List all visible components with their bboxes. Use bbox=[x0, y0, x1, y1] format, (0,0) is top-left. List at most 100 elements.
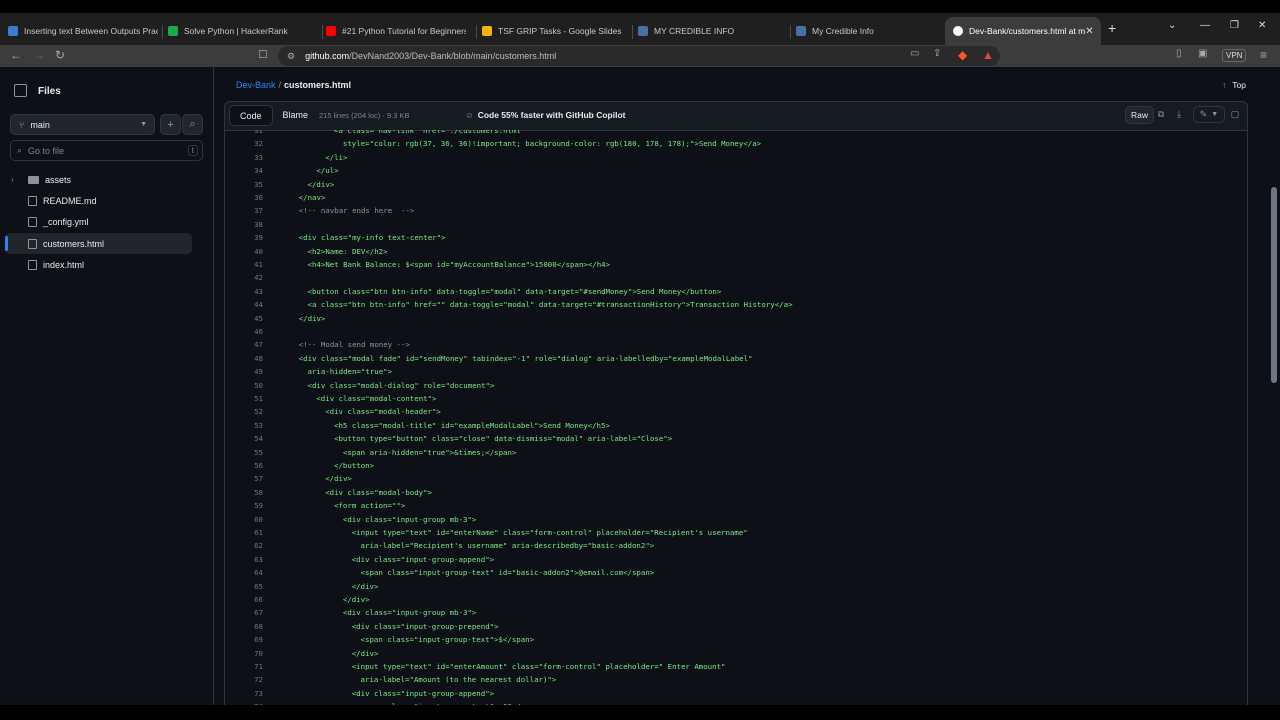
sidebar-toggle-icon[interactable]: ▯ bbox=[1176, 48, 1182, 59]
breadcrumb-separator: / bbox=[278, 80, 282, 90]
line-number[interactable]: 36 bbox=[225, 191, 263, 204]
line-number[interactable]: 46 bbox=[225, 325, 263, 338]
go-to-file-input[interactable]: ⌕ Go to file t bbox=[10, 140, 203, 161]
brave-shield-icon[interactable]: ◆ bbox=[958, 48, 967, 62]
line-number[interactable]: 54 bbox=[225, 432, 263, 445]
line-number[interactable]: 60 bbox=[225, 513, 263, 526]
tree-item-label: _config.yml bbox=[43, 217, 89, 228]
line-number[interactable]: 73 bbox=[225, 687, 263, 700]
back-icon[interactable]: ← bbox=[10, 48, 22, 62]
line-number[interactable]: 68 bbox=[225, 620, 263, 633]
tree-item-readme[interactable]: README.md bbox=[5, 190, 192, 211]
install-app-icon[interactable]: ▭ bbox=[910, 48, 919, 59]
line-number[interactable]: 42 bbox=[225, 271, 263, 284]
copilot-promo[interactable]: ☺ Code 55% faster with GitHub Copilot bbox=[465, 110, 626, 120]
line-number[interactable]: 67 bbox=[225, 606, 263, 619]
browser-tab-3[interactable]: #21 Python Tutorial for Beginners | bbox=[326, 17, 466, 45]
browser-tab-6[interactable]: My Credible Info bbox=[796, 17, 941, 45]
tree-item-assets[interactable]: › assets bbox=[5, 169, 192, 190]
symbols-panel-icon[interactable]: ▢ bbox=[1227, 106, 1243, 123]
window-close-icon[interactable]: ✕ bbox=[1258, 20, 1266, 31]
line-number[interactable]: 35 bbox=[225, 178, 263, 191]
line-number[interactable]: 50 bbox=[225, 379, 263, 392]
tree-item-config[interactable]: _config.yml bbox=[5, 212, 192, 233]
line-number[interactable]: 63 bbox=[225, 553, 263, 566]
line-number[interactable]: 69 bbox=[225, 633, 263, 646]
collapse-panel-icon[interactable] bbox=[14, 84, 27, 97]
reload-icon[interactable]: ↻ bbox=[55, 48, 65, 62]
line-number[interactable]: 56 bbox=[225, 459, 263, 472]
site-info-icon[interactable]: ⚙ bbox=[287, 51, 295, 62]
tab-favicon-icon bbox=[638, 26, 648, 36]
browser-tab-4[interactable]: TSF GRIP Tasks - Google Slides bbox=[482, 17, 632, 45]
tab-blame[interactable]: Blame bbox=[273, 105, 319, 126]
line-number[interactable]: 44 bbox=[225, 298, 263, 311]
line-number[interactable]: 51 bbox=[225, 392, 263, 405]
code-line: 73 <div class="input-group-append"> bbox=[225, 687, 1247, 700]
line-number[interactable]: 64 bbox=[225, 566, 263, 579]
line-number[interactable]: 38 bbox=[225, 218, 263, 231]
line-number[interactable]: 47 bbox=[225, 338, 263, 351]
top-button[interactable]: ↑ Top bbox=[1222, 80, 1246, 90]
forward-icon[interactable]: → bbox=[33, 48, 45, 62]
chevron-right-icon[interactable]: › bbox=[11, 175, 23, 184]
line-number[interactable]: 39 bbox=[225, 231, 263, 244]
vpn-button[interactable]: VPN bbox=[1222, 49, 1247, 62]
page-scrollbar[interactable] bbox=[1268, 67, 1280, 720]
code-view[interactable]: 31 <a class="nav-link" href="./customers.… bbox=[224, 130, 1248, 720]
share-icon[interactable]: ⇪ bbox=[933, 48, 941, 59]
wallet-icon[interactable]: ▣ bbox=[1198, 48, 1207, 59]
scrollbar-thumb[interactable] bbox=[1271, 187, 1277, 383]
line-number[interactable]: 59 bbox=[225, 499, 263, 512]
line-number[interactable]: 48 bbox=[225, 352, 263, 365]
line-number[interactable]: 31 bbox=[225, 130, 263, 137]
line-number[interactable]: 71 bbox=[225, 660, 263, 673]
maximize-icon[interactable]: ❐ bbox=[1230, 20, 1239, 31]
line-number[interactable]: 61 bbox=[225, 526, 263, 539]
line-number[interactable]: 37 bbox=[225, 204, 263, 217]
browser-tab-active[interactable]: Dev-Bank/customers.html at m ✕ bbox=[945, 17, 1101, 45]
code-line: 31 <a class="nav-link" href="./customers.… bbox=[225, 130, 1247, 137]
line-number[interactable]: 45 bbox=[225, 312, 263, 325]
close-tab-icon[interactable]: ✕ bbox=[1085, 26, 1093, 37]
line-number[interactable]: 53 bbox=[225, 419, 263, 432]
line-number[interactable]: 55 bbox=[225, 446, 263, 459]
line-number[interactable]: 65 bbox=[225, 580, 263, 593]
browser-tab-1[interactable]: Inserting text Between Outputs Prac bbox=[8, 17, 158, 45]
browser-tab-5[interactable]: MY CREDIBLE INFO bbox=[638, 17, 788, 45]
search-files-button[interactable]: ⌕ bbox=[182, 114, 203, 135]
tab-code[interactable]: Code bbox=[229, 105, 273, 126]
add-file-button[interactable]: + bbox=[160, 114, 181, 135]
new-tab-icon[interactable]: + bbox=[1108, 20, 1116, 36]
address-bar[interactable]: ⚙ github.com/DevNand2003/Dev-Bank/blob/m… bbox=[278, 46, 1000, 66]
line-number[interactable]: 33 bbox=[225, 151, 263, 164]
line-number[interactable]: 32 bbox=[225, 137, 263, 150]
bookmark-icon[interactable]: ☐ bbox=[258, 48, 268, 61]
line-number[interactable]: 52 bbox=[225, 405, 263, 418]
menu-icon[interactable]: ≡ bbox=[1260, 48, 1267, 62]
line-number[interactable]: 41 bbox=[225, 258, 263, 271]
line-number[interactable]: 40 bbox=[225, 245, 263, 258]
branch-selector[interactable]: ⑂ main ▼ bbox=[10, 114, 155, 135]
copy-icon[interactable]: ⧉ bbox=[1153, 106, 1169, 123]
line-number[interactable]: 72 bbox=[225, 673, 263, 686]
tab-list-icon[interactable]: ⌄ bbox=[1168, 20, 1176, 31]
line-number[interactable]: 58 bbox=[225, 486, 263, 499]
line-number[interactable]: 49 bbox=[225, 365, 263, 378]
line-number[interactable]: 70 bbox=[225, 647, 263, 660]
edit-button[interactable]: ✎ ▼ bbox=[1193, 106, 1225, 123]
browser-tab-2[interactable]: Solve Python | HackerRank bbox=[168, 17, 318, 45]
tree-item-customers[interactable]: customers.html bbox=[5, 232, 192, 255]
line-number[interactable]: 43 bbox=[225, 285, 263, 298]
download-icon[interactable]: ⤓ bbox=[1171, 106, 1187, 123]
line-number[interactable]: 57 bbox=[225, 472, 263, 485]
minimize-icon[interactable]: — bbox=[1200, 20, 1210, 31]
brave-rewards-icon[interactable]: ▲ bbox=[982, 48, 994, 62]
breadcrumb-repo-link[interactable]: Dev-Bank bbox=[236, 80, 276, 90]
line-number[interactable]: 34 bbox=[225, 164, 263, 177]
line-number[interactable]: 66 bbox=[225, 593, 263, 606]
tree-item-index[interactable]: index.html bbox=[5, 254, 192, 275]
raw-button[interactable]: Raw bbox=[1125, 106, 1155, 124]
line-number[interactable]: 62 bbox=[225, 539, 263, 552]
line-content: aria-label="Amount (to the nearest dolla… bbox=[360, 675, 557, 685]
